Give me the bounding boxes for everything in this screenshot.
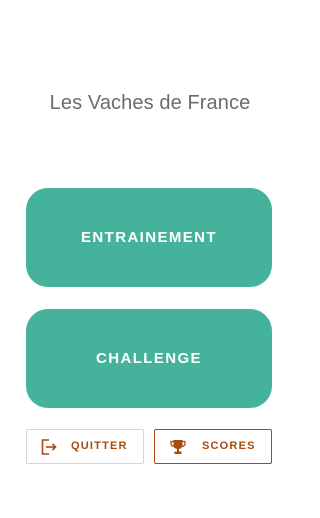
scores-button[interactable]: SCORES <box>154 429 272 464</box>
trophy-icon <box>169 438 187 456</box>
entrainement-button[interactable]: ENTRAINEMENT <box>26 188 272 287</box>
challenge-button[interactable]: CHALLENGE <box>26 309 272 408</box>
quitter-label: QUITTER <box>71 440 128 452</box>
scores-label: SCORES <box>202 440 256 452</box>
quitter-button[interactable]: QUITTER <box>26 429 144 464</box>
app-title: Les Vaches de France <box>49 92 251 114</box>
exit-icon <box>40 438 58 456</box>
